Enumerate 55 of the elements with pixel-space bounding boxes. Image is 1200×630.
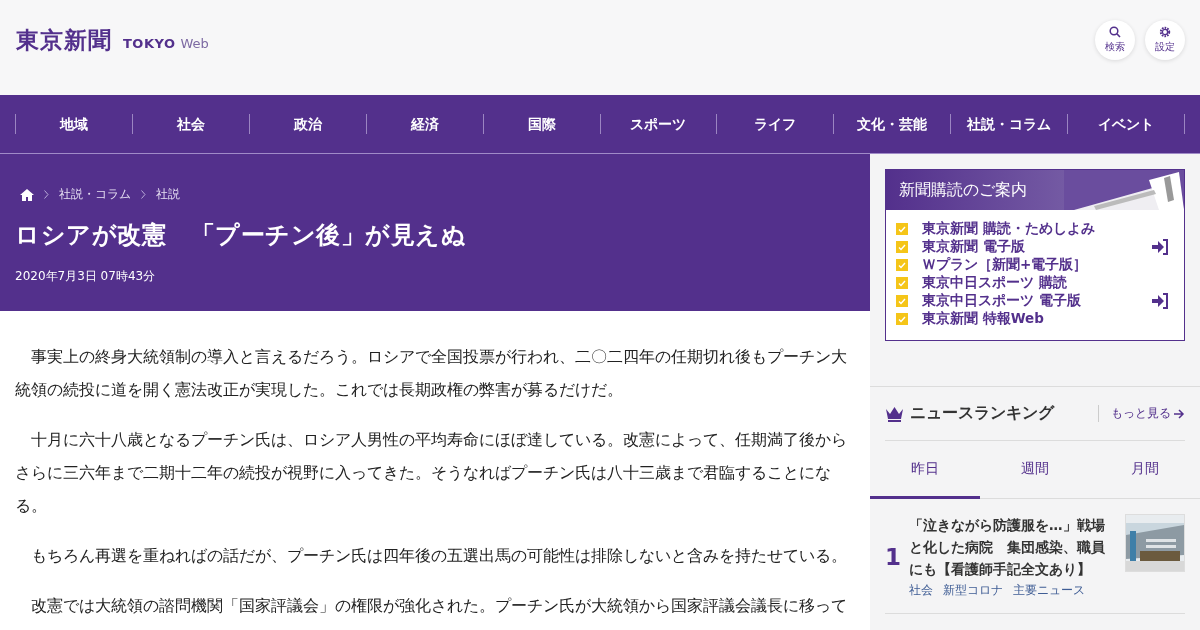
subscription-link[interactable]: 東京新聞 電子版 xyxy=(922,238,1151,256)
search-icon xyxy=(1109,26,1121,38)
panel-title: 新聞購読のご案内 xyxy=(899,179,1027,201)
home-icon[interactable] xyxy=(20,188,34,201)
ranking-tab[interactable]: 週間 xyxy=(980,441,1090,499)
section-title: ニュースランキング xyxy=(910,403,1056,424)
ranking-tab[interactable]: 月間 xyxy=(1090,441,1200,499)
nav-link[interactable]: 文化・芸能 xyxy=(833,114,951,134)
article-paragraph: 十月に六十八歳となるプーチン氏は、ロシア人男性の平均寿命にほぼ達している。改憲によって、任期満了後からさらに三六年まで二期十二年の続投が視野に入ってきた。そうなればプーチン氏は八十三歳まで君臨することになる。 xyxy=(15,430,848,517)
subscription-link[interactable]: Ｗプラン［新聞+電子版］ xyxy=(922,256,1169,274)
tag-link[interactable]: 社会 xyxy=(909,582,933,599)
nav-link[interactable]: 経済 xyxy=(365,114,483,134)
check-icon xyxy=(896,223,908,235)
settings-button[interactable]: 設定 xyxy=(1145,20,1185,60)
nav-link[interactable]: 社説・コラム xyxy=(950,114,1068,134)
subscription-link[interactable]: 東京新聞 特報Web xyxy=(922,310,1169,328)
nav-link[interactable]: ライフ xyxy=(716,114,834,134)
chevron-icon xyxy=(141,190,146,199)
nav-link[interactable]: イベント xyxy=(1067,114,1186,134)
breadcrumb-link[interactable]: 社説 xyxy=(156,186,180,203)
arrow-icon xyxy=(1174,408,1185,419)
check-icon xyxy=(896,259,908,271)
logo-subtitle: Web xyxy=(180,36,209,51)
article-paragraph: もちろん再選を重ねればの話だが、プーチン氏は四年後の五選出馬の可能性は排除しないと含みを持たせている。 xyxy=(30,546,848,567)
nav-link[interactable]: 社会 xyxy=(131,114,249,134)
rank-number: 1 xyxy=(885,544,899,570)
sign-in-icon[interactable] xyxy=(1151,293,1169,309)
nav-link[interactable]: 国際 xyxy=(482,114,600,134)
check-icon xyxy=(896,241,908,253)
logo[interactable]: 東京新聞 xyxy=(16,25,112,56)
settings-icon xyxy=(1159,26,1171,38)
nav-link[interactable]: 政治 xyxy=(248,114,366,134)
chevron-icon xyxy=(44,190,49,199)
subscription-link[interactable]: 東京中日スポーツ 購読 xyxy=(922,274,1169,292)
nav-link[interactable]: 地域 xyxy=(15,114,132,134)
article-paragraph: 事実上の終身大統領制の導入と言えるだろう。ロシアで全国投票が行われ、二〇二四年の任期切れ後もプーチン大統領の続投に道を開く憲法改正が実現した。これでは長期政権の弊害が募るだけだ。 xyxy=(15,347,848,401)
article-title: ロシアが改憲 「プーチン後」が見えぬ xyxy=(15,220,467,251)
more-link[interactable]: もっと見る xyxy=(1098,405,1185,422)
sign-in-icon[interactable] xyxy=(1151,239,1169,255)
subscription-link[interactable]: 東京新聞 購読・ためしよみ xyxy=(922,220,1169,238)
tag-link[interactable]: 新型コロナ xyxy=(943,582,1003,599)
subscription-link[interactable]: 東京中日スポーツ 電子版 xyxy=(922,292,1151,310)
news-headline-link[interactable]: 「泣きながら防護服を…」戦場と化した病院 集団感染、職員にも【看護師手記全文あり】 xyxy=(909,514,1115,580)
search-button[interactable]: 検索 xyxy=(1095,20,1135,60)
article-paragraph: 改憲では大統領の諮問機関「国家評議会」の権限が強化された。プーチン氏が大統領から国家評議会議長に移って xyxy=(30,596,848,617)
check-icon xyxy=(896,295,908,307)
nav-link[interactable]: スポーツ xyxy=(599,114,717,134)
tag-link[interactable]: 主要ニュース xyxy=(1013,582,1085,599)
ranking-tab[interactable]: 昨日 xyxy=(870,441,980,499)
breadcrumb-link[interactable]: 社説・コラム xyxy=(59,186,131,203)
crown-icon xyxy=(885,405,904,422)
check-icon xyxy=(896,277,908,289)
article-date: 2020年7月3日 07時43分 xyxy=(15,268,157,285)
logo-subtitle: TOKYO xyxy=(123,36,176,51)
check-icon xyxy=(896,313,908,325)
